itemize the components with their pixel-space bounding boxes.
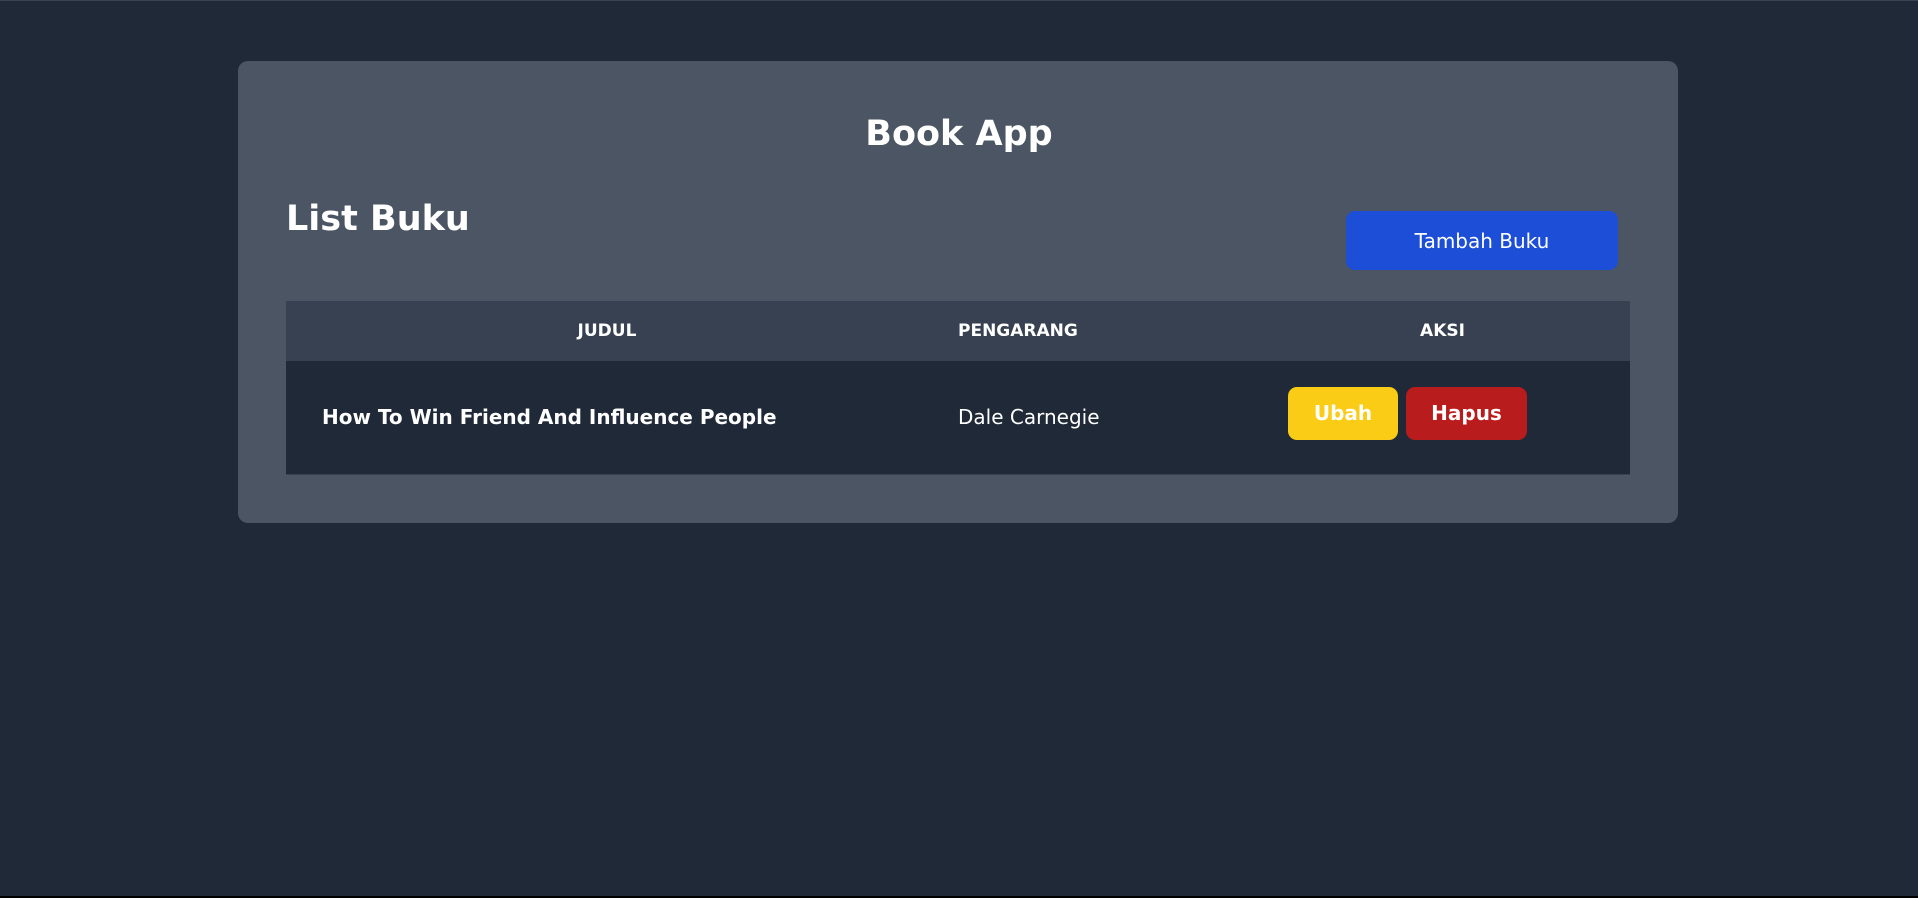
column-header-judul: Judul: [577, 321, 637, 341]
table-header-row: Judul Pengarang Aksi: [286, 301, 1630, 361]
book-author-cell: Dale Carnegie: [958, 405, 1100, 430]
add-book-button[interactable]: Tambah Buku: [1346, 211, 1618, 270]
window-top-border: [0, 0, 1918, 1]
edit-button[interactable]: Ubah: [1288, 386, 1398, 440]
column-header-pengarang: Pengarang: [958, 321, 1078, 341]
table-row: How To Win Friend And Influence People D…: [286, 361, 1630, 474]
table-body: How To Win Friend And Influence People D…: [286, 361, 1630, 474]
delete-button[interactable]: Hapus: [1406, 386, 1527, 440]
table-header: Judul Pengarang Aksi: [286, 301, 1630, 361]
book-title-cell: How To Win Friend And Influence People: [322, 405, 777, 430]
column-header-aksi: Aksi: [1420, 321, 1465, 341]
app-title: Book App: [865, 114, 1053, 154]
list-title: List Buku: [286, 199, 470, 239]
book-table: Judul Pengarang Aksi How To Win Friend A…: [286, 301, 1630, 475]
book-actions-cell: Ubah Hapus: [1258, 361, 1630, 474]
